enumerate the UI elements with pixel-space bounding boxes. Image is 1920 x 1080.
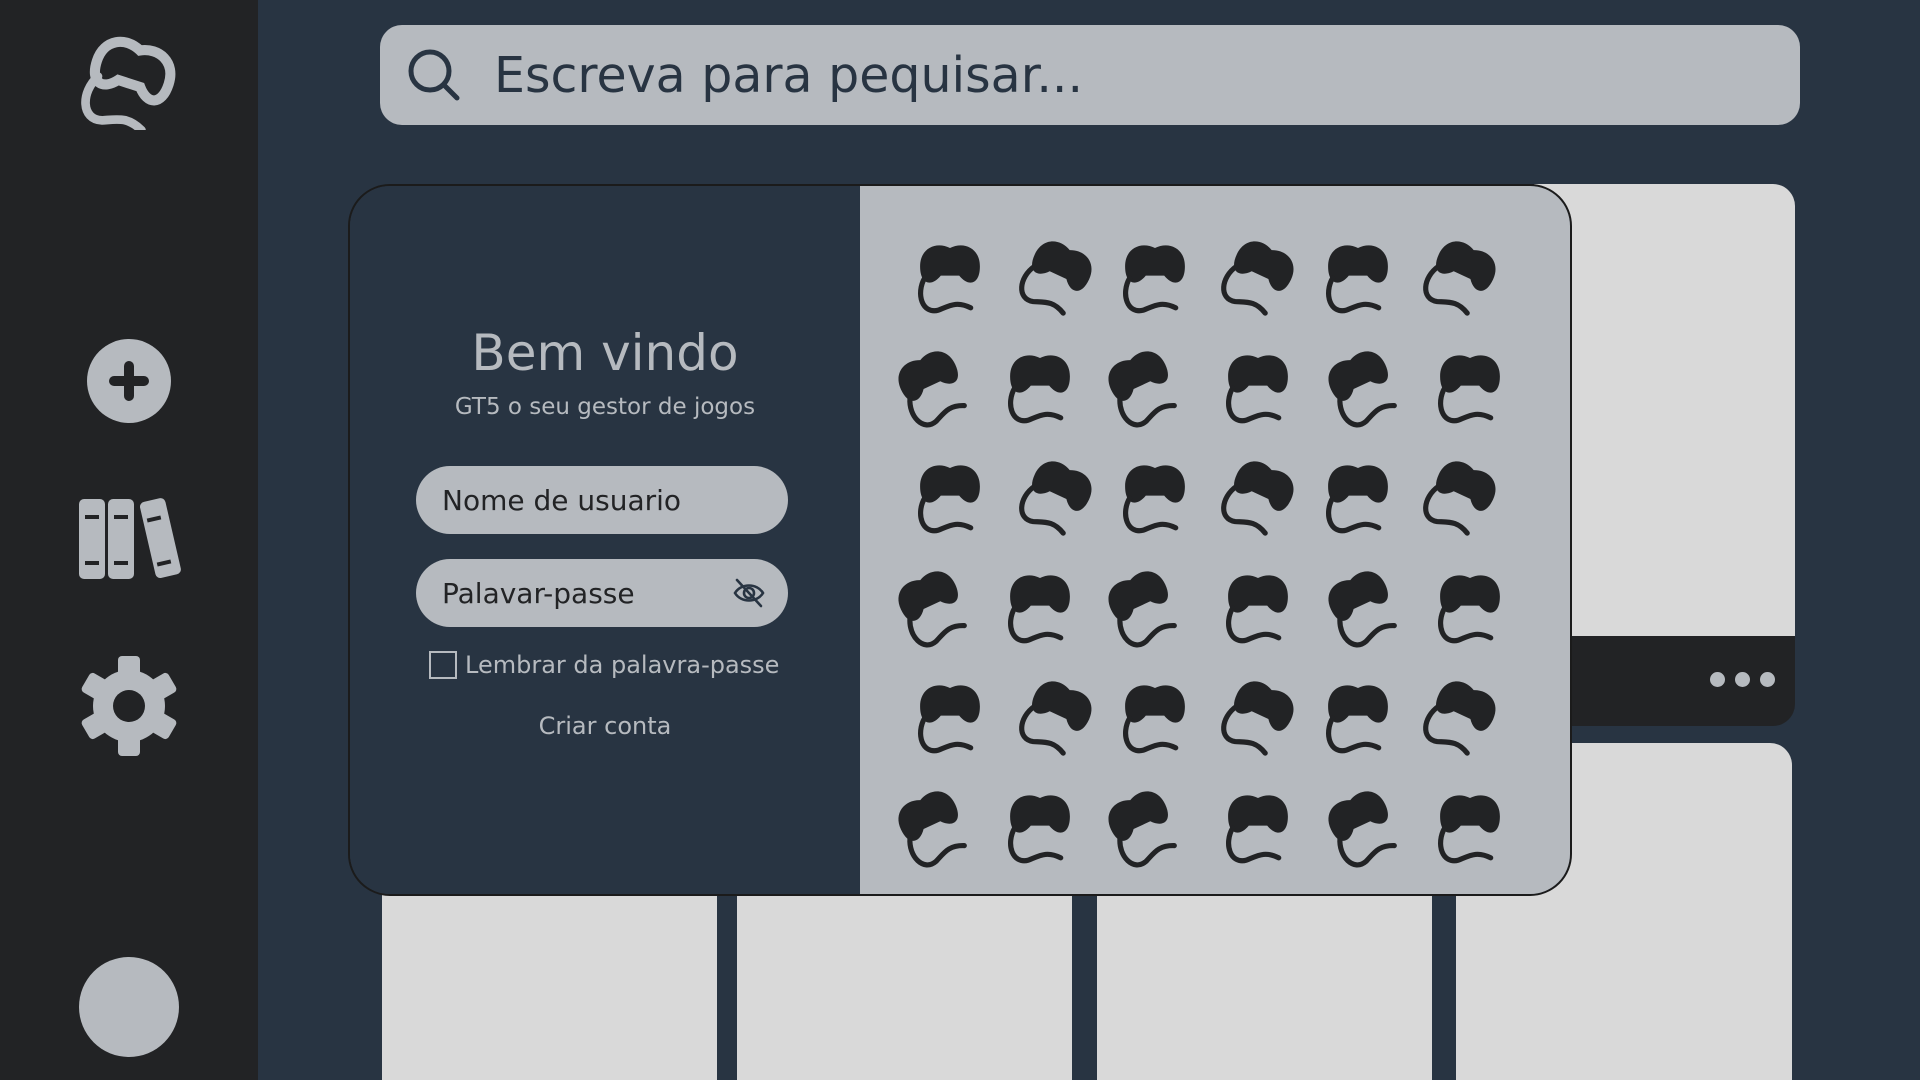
library-icon[interactable] — [77, 495, 181, 583]
add-button[interactable] — [87, 339, 171, 423]
gamepad-icon — [1125, 465, 1185, 530]
game-card[interactable] — [1534, 743, 1792, 1080]
remember-label: Lembrar da palavra-passe — [465, 651, 780, 679]
gamepad-icon — [1228, 795, 1288, 860]
eye-off-icon[interactable] — [732, 576, 766, 610]
gamepad-icon — [1102, 565, 1184, 650]
remember-checkbox[interactable] — [429, 651, 457, 679]
gamepad-pattern — [860, 186, 1572, 896]
gamepad-icon — [920, 465, 980, 530]
password-input[interactable] — [442, 559, 732, 627]
gamepad-icon — [1328, 685, 1388, 750]
gamepad-icon — [1016, 235, 1098, 320]
welcome-subtitle: GT5 o seu gestor de jogos — [454, 394, 756, 420]
sidebar — [0, 0, 258, 1080]
gamepad-icon — [1218, 455, 1300, 540]
gamepad-icon — [1010, 575, 1070, 640]
username-input[interactable] — [442, 466, 732, 534]
gamepad-icon — [1322, 345, 1404, 430]
search-bar[interactable] — [380, 25, 1800, 125]
login-form: Bem vindo GT5 o seu gestor de jogos Lemb… — [350, 186, 860, 894]
username-field[interactable] — [416, 466, 788, 534]
gamepad-icon — [1322, 565, 1404, 650]
gamepad-icon — [892, 345, 974, 430]
gamepad-icon — [1328, 465, 1388, 530]
game-card[interactable] — [737, 880, 1072, 1080]
game-card[interactable] — [382, 880, 717, 1080]
login-modal: Bem vindo GT5 o seu gestor de jogos Lemb… — [348, 184, 1572, 896]
password-field[interactable] — [416, 559, 788, 627]
gamepad-icon — [1322, 785, 1404, 870]
more-options-icon[interactable] — [1705, 669, 1775, 689]
gamepad-icon — [1228, 575, 1288, 640]
gamepad-icon — [1125, 685, 1185, 750]
avatar[interactable] — [79, 957, 179, 1057]
gear-icon[interactable] — [79, 654, 179, 758]
gamepad-icon — [1328, 245, 1388, 310]
gamepad-pattern-panel — [860, 186, 1572, 896]
gamepad-icon — [892, 785, 974, 870]
gamepad-icon — [1440, 355, 1500, 420]
remember-row: Lembrar da palavra-passe — [429, 650, 779, 680]
gamepad-icon — [1228, 355, 1288, 420]
gamepad-icon — [1102, 785, 1184, 870]
game-card[interactable] — [1534, 184, 1795, 636]
create-account-link[interactable]: Criar conta — [350, 712, 860, 740]
gamepad-icon — [1010, 355, 1070, 420]
gamepad-icon — [892, 565, 974, 650]
gamepad-logo-icon[interactable] — [79, 34, 179, 130]
gamepad-icon — [1420, 235, 1502, 320]
gamepad-icon — [1218, 675, 1300, 760]
gamepad-icon — [1010, 795, 1070, 860]
plus-icon — [109, 361, 149, 401]
gamepad-icon — [1440, 575, 1500, 640]
game-card[interactable] — [1456, 880, 1536, 1080]
gamepad-icon — [1440, 795, 1500, 860]
game-card[interactable] — [1097, 880, 1432, 1080]
gamepad-icon — [1420, 455, 1502, 540]
gamepad-icon — [1218, 235, 1300, 320]
search-input[interactable] — [494, 25, 1774, 125]
gamepad-icon — [1125, 245, 1185, 310]
gamepad-icon — [920, 685, 980, 750]
gamepad-icon — [1102, 345, 1184, 430]
gamepad-icon — [1016, 455, 1098, 540]
gamepad-icon — [920, 245, 980, 310]
gamepad-icon — [1016, 675, 1098, 760]
welcome-title: Bem vindo — [471, 324, 739, 382]
search-icon — [408, 49, 460, 101]
game-card-bar — [1534, 636, 1795, 726]
gamepad-icon — [1420, 675, 1502, 760]
